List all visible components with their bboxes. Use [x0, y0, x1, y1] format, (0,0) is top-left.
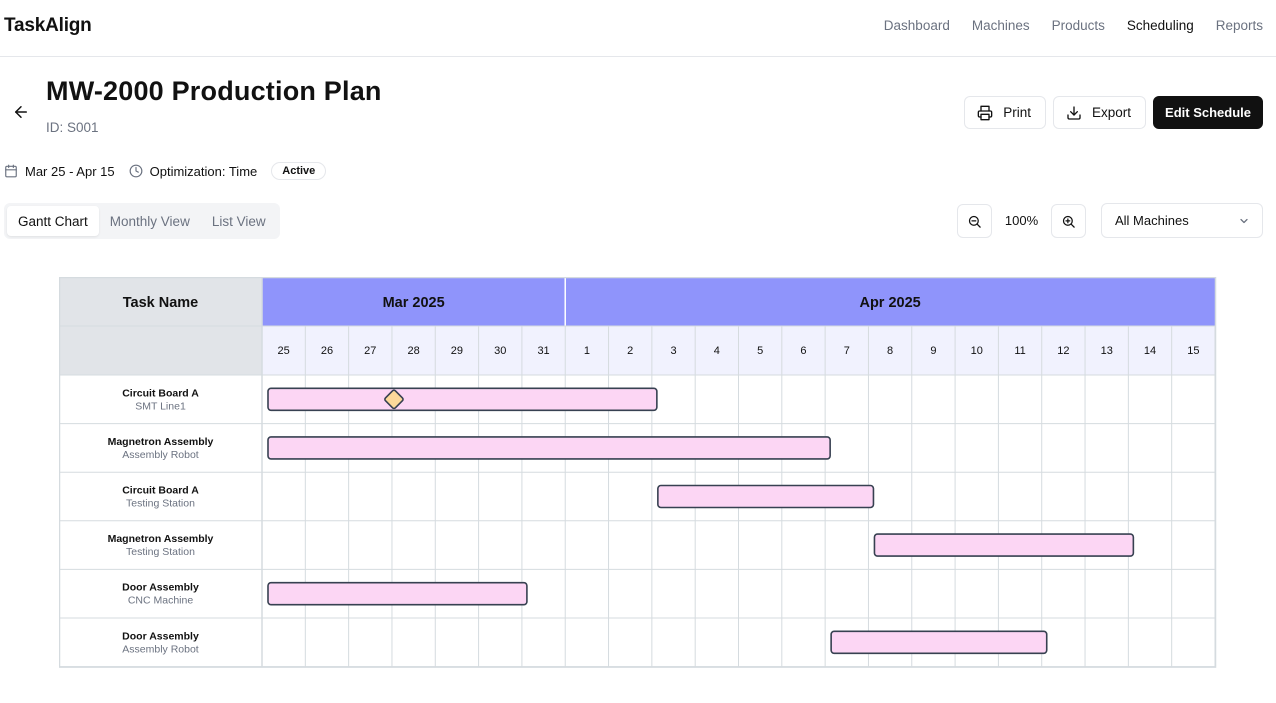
day-label: 12 — [1057, 345, 1069, 357]
day-label: 25 — [278, 345, 290, 357]
day-label: 3 — [670, 345, 676, 357]
machine-filter-select[interactable]: All Machines — [1101, 203, 1263, 238]
tab-gantt-chart[interactable]: Gantt Chart — [7, 206, 99, 236]
schedule-meta: Mar 25 - Apr 15 Optimization: Time Activ… — [4, 162, 327, 180]
nav-machines[interactable]: Machines — [972, 18, 1030, 33]
schedule-id: ID: S001 — [46, 120, 99, 135]
zoom-out-button[interactable] — [957, 204, 992, 238]
month-label: Mar 2025 — [383, 295, 445, 311]
nav-dashboard[interactable]: Dashboard — [884, 18, 950, 33]
day-label: 26 — [321, 345, 333, 357]
day-label: 5 — [757, 345, 763, 357]
task-label: Door Assembly — [122, 630, 199, 642]
day-label: 7 — [844, 345, 850, 357]
day-label: 6 — [800, 345, 806, 357]
machine-label: Testing Station — [126, 498, 195, 510]
zoom-in-button[interactable] — [1051, 204, 1086, 238]
machine-label: SMT Line1 — [135, 400, 186, 412]
page-title: MW-2000 Production Plan — [46, 76, 382, 106]
task-name-header: Task Name — [123, 295, 199, 311]
day-label: 1 — [584, 345, 590, 357]
day-label: 2 — [627, 345, 633, 357]
task-label: Circuit Board A — [122, 485, 199, 497]
header-actions: Print Export Edit Schedule — [964, 96, 1263, 129]
tab-list-view[interactable]: List View — [201, 206, 277, 236]
day-label: 13 — [1101, 345, 1113, 357]
export-button[interactable]: Export — [1053, 96, 1147, 129]
machine-filter-value: All Machines — [1115, 213, 1189, 228]
day-label: 31 — [537, 345, 549, 357]
task-label: Door Assembly — [122, 582, 199, 594]
day-label: 14 — [1144, 345, 1156, 357]
date-range: Mar 25 - Apr 15 — [25, 163, 115, 179]
day-label: 8 — [887, 345, 893, 357]
task-bar — [267, 387, 658, 412]
day-label: 11 — [1014, 345, 1025, 357]
nav-scheduling[interactable]: Scheduling — [1127, 18, 1194, 33]
printer-icon — [977, 105, 993, 120]
task-bar — [657, 484, 875, 509]
task-label: Magnetron Assembly — [108, 436, 214, 448]
day-label: 30 — [494, 345, 506, 357]
status-badge: Active — [271, 162, 327, 180]
optimization-mode: Optimization: Time — [149, 163, 258, 179]
machine-label: Testing Station — [126, 546, 195, 558]
nav-reports[interactable]: Reports — [1216, 18, 1263, 33]
machine-label: Assembly Robot — [122, 643, 199, 655]
brand-logo[interactable]: TaskAlign — [4, 15, 92, 37]
day-label: 10 — [971, 345, 983, 357]
task-bar — [873, 533, 1135, 557]
task-label: Magnetron Assembly — [108, 533, 214, 545]
print-label: Print — [1003, 105, 1031, 120]
zoom-out-icon — [968, 215, 981, 228]
arrow-left-icon[interactable] — [12, 103, 30, 121]
edit-schedule-button[interactable]: Edit Schedule — [1153, 96, 1263, 129]
task-bar — [267, 581, 528, 606]
day-label: 27 — [364, 345, 376, 357]
zoom-in-icon — [1062, 215, 1075, 228]
print-button[interactable]: Print — [964, 96, 1046, 129]
month-label: Apr 2025 — [859, 295, 920, 311]
export-label: Export — [1092, 105, 1132, 120]
zoom-level: 100% — [1004, 213, 1039, 228]
machine-label: CNC Machine — [128, 595, 194, 607]
nav-products[interactable]: Products — [1052, 18, 1105, 33]
day-label: 29 — [451, 345, 463, 357]
day-label: 9 — [930, 345, 936, 357]
day-label: 15 — [1187, 345, 1199, 357]
day-label: 28 — [407, 345, 419, 357]
tab-monthly-view[interactable]: Monthly View — [99, 206, 201, 236]
download-icon — [1067, 105, 1081, 120]
day-label: 4 — [714, 345, 720, 357]
machine-label: Assembly Robot — [122, 449, 199, 461]
calendar-icon — [5, 164, 17, 178]
main-nav: Dashboard Machines Products Scheduling R… — [884, 18, 1263, 33]
chevron-down-icon — [1240, 218, 1248, 223]
gantt-chart: Task Name Mar 2025 Apr 202525 26 27 28 29 30 31 1… — [59, 277, 1217, 668]
task-label: Circuit Board A — [122, 387, 199, 399]
view-tabs: Gantt Chart Monthly View List View — [4, 203, 280, 239]
top-navbar: TaskAlign Dashboard Machines Products Sc… — [0, 0, 1276, 57]
task-bar — [830, 630, 1048, 655]
clock-icon — [129, 164, 143, 178]
task-bar — [267, 436, 831, 460]
